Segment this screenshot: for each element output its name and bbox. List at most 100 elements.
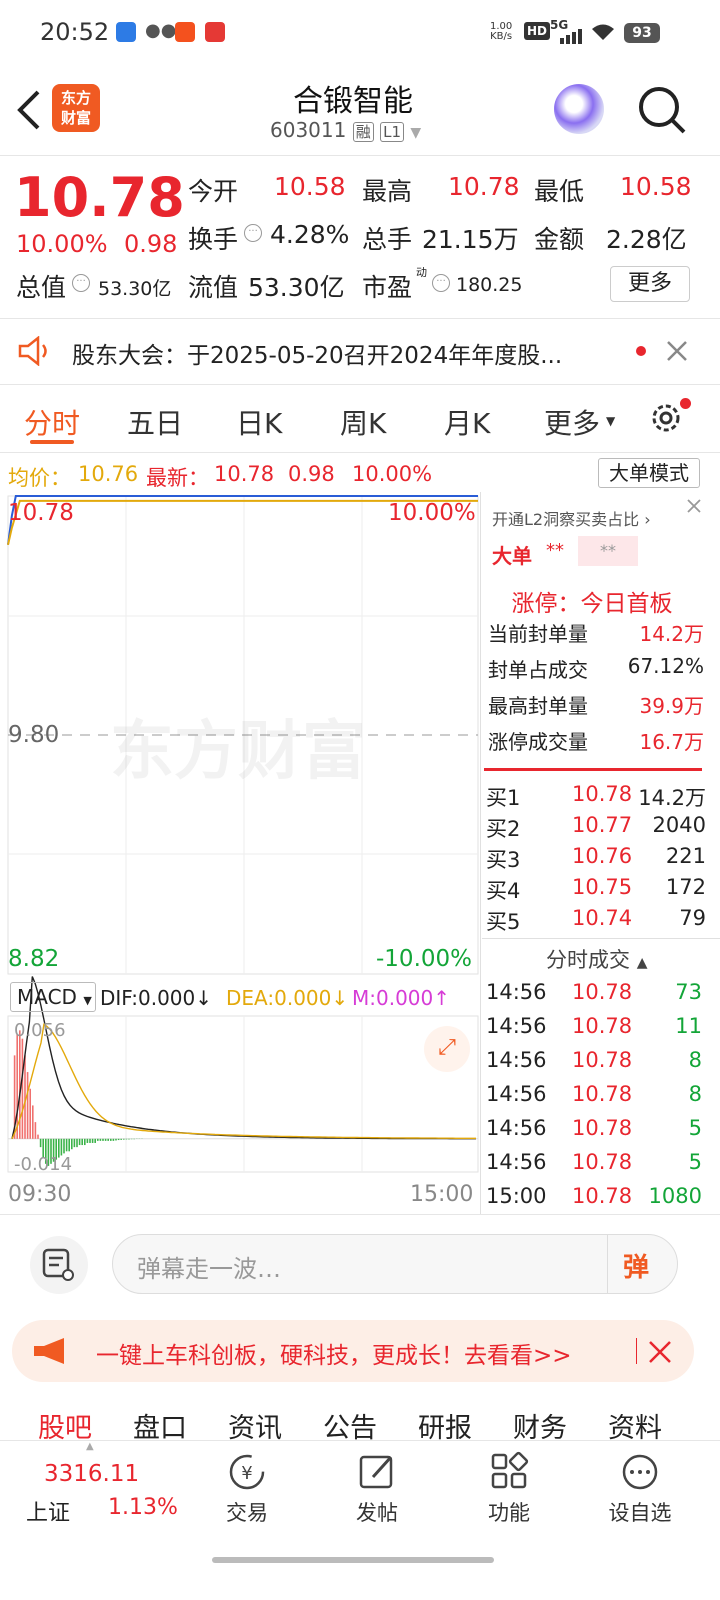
- tab-5day[interactable]: 五日: [127, 402, 183, 442]
- stock-header: 东方 财富 合锻智能 603011 融 L1 ▼: [0, 66, 720, 156]
- stock-name: 合锻智能: [293, 84, 413, 119]
- unread-dot: [636, 346, 646, 356]
- search-icon[interactable]: [636, 84, 688, 136]
- bid-row: 买1 10.78 14.2万: [486, 782, 706, 813]
- pe-dynamic-mark: 动: [416, 266, 427, 279]
- tab-intraday[interactable]: 分时: [24, 402, 80, 442]
- nav-functions-label: 功能: [488, 1501, 530, 1525]
- stat-value: 67.12%: [627, 654, 704, 678]
- home-indicator: [212, 1557, 494, 1563]
- dea-label: DEA:: [226, 986, 275, 1010]
- divider: [482, 938, 720, 939]
- big-order-mode-button[interactable]: 大单模式: [598, 458, 700, 488]
- open-value: 10.58: [274, 172, 346, 201]
- high-value: 10.78: [448, 172, 520, 201]
- big-order-label: 大单: [492, 544, 532, 568]
- bid-label: 买4: [486, 879, 521, 903]
- index-value: 3316.11: [44, 1461, 140, 1487]
- indicator-select[interactable]: MACD ▼: [10, 982, 96, 1012]
- app-icon-red: [205, 22, 225, 42]
- turnover-label: 换手: [188, 225, 239, 254]
- tab-monthly-k[interactable]: 月K: [444, 402, 490, 442]
- info-icon[interactable]: ···: [244, 224, 262, 242]
- nav-trade-label: 交易: [226, 1501, 268, 1525]
- bid-row: 买5 10.74 79: [486, 906, 706, 937]
- l2-link[interactable]: 开通L2洞察买卖占比 ›: [492, 506, 651, 530]
- danmu-send-button[interactable]: 弹: [623, 1247, 649, 1284]
- divider: [0, 384, 720, 385]
- mktcap-label: 总值: [16, 273, 67, 302]
- more-button[interactable]: 更多: [610, 266, 690, 302]
- bid-volume: 221: [665, 844, 706, 868]
- amount-label: 金额: [534, 225, 585, 254]
- promo-banner[interactable]: 一键上车科创板，硬科技，更成长！去看看>>: [12, 1320, 694, 1382]
- dif-label: DIF:: [100, 986, 138, 1010]
- ticks-title[interactable]: 分时成交 ▲: [546, 944, 647, 974]
- tick-volume: 73: [675, 980, 702, 1004]
- indicator-name: MACD: [17, 985, 77, 1009]
- side-panel: 开通L2洞察买卖占比 › 大单 ** ** 涨停：今日首板 当前封单量 14.2万…: [482, 492, 720, 1214]
- back-arrow-icon[interactable]: [14, 88, 44, 132]
- index-name: 上证: [26, 1501, 71, 1526]
- tick-price: 10.78: [572, 1014, 633, 1038]
- latest-change: 0.98: [288, 462, 335, 486]
- tick-price: 10.78: [572, 980, 633, 1004]
- nav-add-watchlist[interactable]: 设自选: [600, 1451, 680, 1527]
- danmu-input[interactable]: 弹幕走一波… 弹: [112, 1234, 678, 1294]
- comment-list-button[interactable]: [30, 1236, 88, 1294]
- tab-weekly-k[interactable]: 周K: [340, 402, 386, 442]
- latest-label: 最新：: [146, 466, 209, 490]
- bid-label: 买2: [486, 817, 521, 841]
- tick-row: 14:56 10.78 5: [486, 1116, 702, 1150]
- divider: [607, 1235, 608, 1293]
- pct-label-bottom: -10.00%: [376, 946, 472, 972]
- tick-row: 15:00 10.78 1080: [486, 1184, 702, 1218]
- banner-text: 一键上车科创板，硬科技，更成长！去看看>>: [96, 1343, 572, 1369]
- current-price: 10.78: [14, 166, 185, 229]
- tick-volume: 11: [675, 1014, 702, 1038]
- yuan-circle-icon: ¥: [229, 1454, 265, 1490]
- bid-volume: 14.2万: [638, 786, 706, 810]
- pe-label: 市盈: [362, 273, 413, 302]
- float-label: 流值: [188, 273, 239, 302]
- info-icon[interactable]: ···: [432, 274, 450, 292]
- brand-logo[interactable]: 东方 财富: [52, 84, 100, 132]
- ticks-title-text: 分时成交: [546, 948, 630, 972]
- margin-tag: 融: [352, 122, 374, 142]
- low-label: 最低: [534, 177, 585, 206]
- nav-trade[interactable]: ¥ 交易: [212, 1451, 282, 1527]
- tick-price: 10.78: [572, 1150, 633, 1174]
- ai-assistant-icon[interactable]: [554, 84, 604, 134]
- bid-label: 买1: [486, 786, 521, 810]
- change-pct: 10.00%: [16, 230, 108, 258]
- x-label-end: 15:00: [410, 1182, 474, 1207]
- chevron-down-icon[interactable]: ▼: [606, 414, 615, 428]
- tab-daily-k[interactable]: 日K: [236, 402, 282, 442]
- intraday-chart[interactable]: [0, 492, 482, 1214]
- tick-volume: 1080: [648, 1184, 702, 1208]
- tick-time: 14:56: [486, 980, 547, 1004]
- notice-bar[interactable]: 股东大会：于2025-05-20召开2024年年度股...: [0, 318, 720, 384]
- limit-up-title: 涨停：今日首板: [511, 591, 673, 617]
- nav-functions[interactable]: 功能: [474, 1451, 544, 1527]
- bottom-nav: ▲ 3316.11 上证 1.13% ¥ 交易 发帖 功能 设自选: [0, 1440, 720, 1600]
- macd-bottom-label: -0.014: [14, 1154, 73, 1175]
- index-pct: 1.13%: [108, 1495, 178, 1520]
- macd-top-label: 0.056: [14, 1020, 66, 1041]
- tick-time: 15:00: [486, 1184, 547, 1208]
- app-notification-icon: [116, 22, 136, 42]
- stat-value: 39.9万: [639, 694, 704, 718]
- close-icon[interactable]: [686, 498, 702, 514]
- avg-label: 均价：: [8, 466, 71, 490]
- expand-icon[interactable]: ⤢: [424, 1026, 470, 1072]
- close-icon[interactable]: [648, 1340, 672, 1364]
- active-tab-indicator: [30, 440, 74, 444]
- tab-more[interactable]: 更多: [544, 402, 600, 442]
- tick-row: 14:56 10.78 8: [486, 1082, 702, 1116]
- nav-post[interactable]: 发帖: [342, 1451, 412, 1527]
- info-icon[interactable]: ···: [72, 274, 90, 292]
- close-icon[interactable]: [666, 340, 688, 362]
- index-ticker[interactable]: 3316.11 上证 1.13%: [0, 1441, 200, 1541]
- volume-value: 21.15万: [422, 225, 519, 254]
- dropdown-icon[interactable]: ▼: [410, 125, 421, 141]
